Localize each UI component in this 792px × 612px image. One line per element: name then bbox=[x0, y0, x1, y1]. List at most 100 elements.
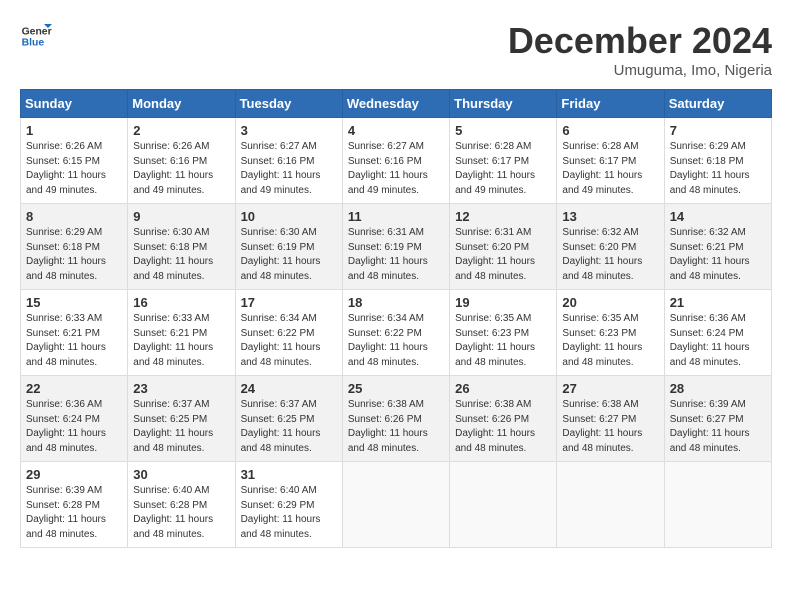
day-number: 8 bbox=[26, 209, 122, 224]
day-info: Sunrise: 6:34 AM Sunset: 6:22 PM Dayligh… bbox=[348, 312, 444, 370]
calendar-cell: 18 Sunrise: 6:34 AM Sunset: 6:22 PM Dayli… bbox=[342, 290, 449, 376]
calendar-cell: 10 Sunrise: 6:30 AM Sunset: 6:19 PM Dayli… bbox=[235, 204, 342, 290]
day-number: 10 bbox=[241, 209, 337, 224]
calendar-cell: 25 Sunrise: 6:38 AM Sunset: 6:26 PM Dayli… bbox=[342, 376, 449, 462]
day-number: 20 bbox=[562, 295, 658, 310]
calendar-week-5: 29 Sunrise: 6:39 AM Sunset: 6:28 PM Dayli… bbox=[21, 462, 772, 548]
calendar-cell: 16 Sunrise: 6:33 AM Sunset: 6:21 PM Dayli… bbox=[128, 290, 235, 376]
day-header-saturday: Saturday bbox=[664, 90, 771, 118]
calendar-cell: 5 Sunrise: 6:28 AM Sunset: 6:17 PM Daylig… bbox=[450, 118, 557, 204]
day-number: 5 bbox=[455, 123, 551, 138]
calendar-cell bbox=[342, 462, 449, 548]
calendar-week-4: 22 Sunrise: 6:36 AM Sunset: 6:24 PM Dayli… bbox=[21, 376, 772, 462]
day-number: 26 bbox=[455, 381, 551, 396]
day-info: Sunrise: 6:36 AM Sunset: 6:24 PM Dayligh… bbox=[670, 312, 766, 370]
day-info: Sunrise: 6:38 AM Sunset: 6:26 PM Dayligh… bbox=[455, 398, 551, 456]
day-info: Sunrise: 6:32 AM Sunset: 6:21 PM Dayligh… bbox=[670, 226, 766, 284]
calendar-cell: 28Sunrise: 6:39 AM Sunset: 6:27 PM Dayli… bbox=[664, 376, 771, 462]
calendar-cell: 9Sunrise: 6:30 AM Sunset: 6:18 PM Daylig… bbox=[128, 204, 235, 290]
logo-icon: General Blue bbox=[20, 20, 52, 52]
day-info: Sunrise: 6:31 AM Sunset: 6:20 PM Dayligh… bbox=[455, 226, 551, 284]
location-title: Umuguma, Imo, Nigeria bbox=[508, 62, 772, 79]
day-header-friday: Friday bbox=[557, 90, 664, 118]
day-number: 7 bbox=[670, 123, 766, 138]
day-number: 14 bbox=[670, 209, 766, 224]
calendar-cell: 30Sunrise: 6:40 AM Sunset: 6:28 PM Dayli… bbox=[128, 462, 235, 548]
calendar-cell: 6Sunrise: 6:28 AM Sunset: 6:17 PM Daylig… bbox=[557, 118, 664, 204]
svg-text:General: General bbox=[22, 26, 52, 37]
logo: General Blue bbox=[20, 20, 52, 52]
calendar-cell: 4 Sunrise: 6:27 AM Sunset: 6:16 PM Daylig… bbox=[342, 118, 449, 204]
calendar-cell: 23Sunrise: 6:37 AM Sunset: 6:25 PM Dayli… bbox=[128, 376, 235, 462]
calendar-cell: 3Sunrise: 6:27 AM Sunset: 6:16 PM Daylig… bbox=[235, 118, 342, 204]
calendar-cell: 21Sunrise: 6:36 AM Sunset: 6:24 PM Dayli… bbox=[664, 290, 771, 376]
day-info: Sunrise: 6:39 AM Sunset: 6:28 PM Dayligh… bbox=[26, 484, 122, 542]
day-info: Sunrise: 6:31 AM Sunset: 6:19 PM Dayligh… bbox=[348, 226, 444, 284]
day-info: Sunrise: 6:26 AM Sunset: 6:15 PM Dayligh… bbox=[26, 140, 122, 198]
day-number: 13 bbox=[562, 209, 658, 224]
day-info: Sunrise: 6:27 AM Sunset: 6:16 PM Dayligh… bbox=[348, 140, 444, 198]
calendar-cell: 2Sunrise: 6:26 AM Sunset: 6:16 PM Daylig… bbox=[128, 118, 235, 204]
day-info: Sunrise: 6:33 AM Sunset: 6:21 PM Dayligh… bbox=[26, 312, 122, 370]
day-info: Sunrise: 6:37 AM Sunset: 6:25 PM Dayligh… bbox=[133, 398, 229, 456]
day-info: Sunrise: 6:33 AM Sunset: 6:21 PM Dayligh… bbox=[133, 312, 229, 370]
calendar-cell bbox=[450, 462, 557, 548]
day-info: Sunrise: 6:27 AM Sunset: 6:16 PM Dayligh… bbox=[241, 140, 337, 198]
day-number: 25 bbox=[348, 381, 444, 396]
day-info: Sunrise: 6:37 AM Sunset: 6:25 PM Dayligh… bbox=[241, 398, 337, 456]
day-number: 29 bbox=[26, 467, 122, 482]
day-info: Sunrise: 6:38 AM Sunset: 6:27 PM Dayligh… bbox=[562, 398, 658, 456]
day-info: Sunrise: 6:36 AM Sunset: 6:24 PM Dayligh… bbox=[26, 398, 122, 456]
day-number: 22 bbox=[26, 381, 122, 396]
calendar-week-2: 8 Sunrise: 6:29 AM Sunset: 6:18 PM Daylig… bbox=[21, 204, 772, 290]
day-number: 18 bbox=[348, 295, 444, 310]
day-number: 15 bbox=[26, 295, 122, 310]
calendar-cell: 27Sunrise: 6:38 AM Sunset: 6:27 PM Dayli… bbox=[557, 376, 664, 462]
month-title: December 2024 bbox=[508, 20, 772, 62]
day-number: 6 bbox=[562, 123, 658, 138]
calendar-cell: 12 Sunrise: 6:31 AM Sunset: 6:20 PM Dayli… bbox=[450, 204, 557, 290]
calendar-cell: 11 Sunrise: 6:31 AM Sunset: 6:19 PM Dayli… bbox=[342, 204, 449, 290]
day-info: Sunrise: 6:40 AM Sunset: 6:28 PM Dayligh… bbox=[133, 484, 229, 542]
calendar-week-3: 15 Sunrise: 6:33 AM Sunset: 6:21 PM Dayli… bbox=[21, 290, 772, 376]
day-number: 12 bbox=[455, 209, 551, 224]
day-number: 17 bbox=[241, 295, 337, 310]
day-number: 1 bbox=[26, 123, 122, 138]
calendar-cell: 7Sunrise: 6:29 AM Sunset: 6:18 PM Daylig… bbox=[664, 118, 771, 204]
calendar-cell: 19 Sunrise: 6:35 AM Sunset: 6:23 PM Dayli… bbox=[450, 290, 557, 376]
day-number: 24 bbox=[241, 381, 337, 396]
calendar-cell: 14 Sunrise: 6:32 AM Sunset: 6:21 PM Dayli… bbox=[664, 204, 771, 290]
day-number: 11 bbox=[348, 209, 444, 224]
calendar-cell: 24 Sunrise: 6:37 AM Sunset: 6:25 PM Dayli… bbox=[235, 376, 342, 462]
day-header-wednesday: Wednesday bbox=[342, 90, 449, 118]
day-info: Sunrise: 6:32 AM Sunset: 6:20 PM Dayligh… bbox=[562, 226, 658, 284]
day-info: Sunrise: 6:29 AM Sunset: 6:18 PM Dayligh… bbox=[26, 226, 122, 284]
day-number: 9 bbox=[133, 209, 229, 224]
day-info: Sunrise: 6:28 AM Sunset: 6:17 PM Dayligh… bbox=[455, 140, 551, 198]
svg-text:Blue: Blue bbox=[22, 38, 45, 49]
day-number: 28 bbox=[670, 381, 766, 396]
calendar-header-row: SundayMondayTuesdayWednesdayThursdayFrid… bbox=[21, 90, 772, 118]
day-number: 19 bbox=[455, 295, 551, 310]
day-info: Sunrise: 6:35 AM Sunset: 6:23 PM Dayligh… bbox=[562, 312, 658, 370]
day-info: Sunrise: 6:35 AM Sunset: 6:23 PM Dayligh… bbox=[455, 312, 551, 370]
page-header: General Blue December 2024 Umuguma, Imo,… bbox=[20, 20, 772, 79]
title-block: December 2024 Umuguma, Imo, Nigeria bbox=[508, 20, 772, 79]
calendar-cell: 22 Sunrise: 6:36 AM Sunset: 6:24 PM Dayli… bbox=[21, 376, 128, 462]
day-number: 4 bbox=[348, 123, 444, 138]
calendar-cell: 26 Sunrise: 6:38 AM Sunset: 6:26 PM Dayli… bbox=[450, 376, 557, 462]
day-header-sunday: Sunday bbox=[21, 90, 128, 118]
calendar-table: SundayMondayTuesdayWednesdayThursdayFrid… bbox=[20, 89, 772, 548]
day-number: 16 bbox=[133, 295, 229, 310]
day-info: Sunrise: 6:38 AM Sunset: 6:26 PM Dayligh… bbox=[348, 398, 444, 456]
calendar-cell: 15 Sunrise: 6:33 AM Sunset: 6:21 PM Dayli… bbox=[21, 290, 128, 376]
calendar-week-1: 1 Sunrise: 6:26 AM Sunset: 6:15 PM Daylig… bbox=[21, 118, 772, 204]
day-number: 31 bbox=[241, 467, 337, 482]
day-header-tuesday: Tuesday bbox=[235, 90, 342, 118]
calendar-cell bbox=[664, 462, 771, 548]
day-info: Sunrise: 6:30 AM Sunset: 6:19 PM Dayligh… bbox=[241, 226, 337, 284]
calendar-cell: 20 Sunrise: 6:35 AM Sunset: 6:23 PM Dayli… bbox=[557, 290, 664, 376]
calendar-cell: 1 Sunrise: 6:26 AM Sunset: 6:15 PM Daylig… bbox=[21, 118, 128, 204]
day-number: 2 bbox=[133, 123, 229, 138]
calendar-cell: 8 Sunrise: 6:29 AM Sunset: 6:18 PM Daylig… bbox=[21, 204, 128, 290]
